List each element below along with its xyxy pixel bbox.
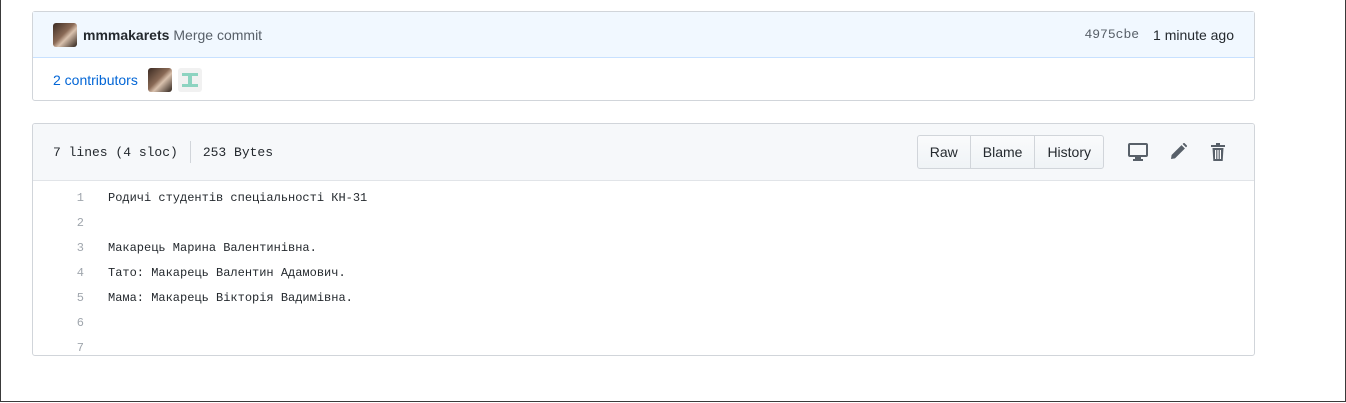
line-number[interactable]: 5 <box>33 291 84 305</box>
line-number[interactable]: 4 <box>33 266 84 280</box>
commit-sha-link[interactable]: 4975cbe <box>1084 27 1139 42</box>
file-button-group: Raw Blame History <box>916 135 1104 169</box>
line-content: Мама: Макарець Вікторія Вадимівна. <box>108 290 353 305</box>
commit-author-link[interactable]: mmmakarets <box>83 27 169 43</box>
contributors-row: 2 contributors <box>33 58 1254 102</box>
trash-icon[interactable] <box>1202 136 1234 168</box>
code-view: 1 Родичі студентів спеціальності КН-31 2… <box>33 181 1254 355</box>
code-line: 4 Тато: Макарець Валентин Адамович. <box>33 260 1254 285</box>
code-line: 6 <box>33 310 1254 335</box>
commit-tease: mmmakarets Merge commit 4975cbe 1 minute… <box>32 11 1255 101</box>
line-content: Родичі студентів спеціальності КН-31 <box>108 190 368 205</box>
file-viewer: 7 lines (4 sloc) 253 Bytes Raw Blame His… <box>32 123 1255 356</box>
commit-message-link[interactable]: Merge commit <box>173 27 262 43</box>
code-line: 5 Мама: Макарець Вікторія Вадимівна. <box>33 285 1254 310</box>
commit-time: 1 minute ago <box>1153 26 1234 43</box>
file-lines-info: 7 lines (4 sloc) <box>53 144 178 160</box>
pencil-icon[interactable] <box>1162 136 1194 168</box>
blame-button[interactable]: Blame <box>969 135 1036 169</box>
code-line: 1 Родичі студентів спеціальності КН-31 <box>33 185 1254 210</box>
latest-commit-row: mmmakarets Merge commit 4975cbe 1 minute… <box>33 12 1254 58</box>
code-line: 2 <box>33 210 1254 235</box>
file-actions: Raw Blame History <box>916 135 1234 169</box>
desktop-icon[interactable] <box>1122 136 1154 168</box>
line-content: Тато: Макарець Валентин Адамович. <box>108 265 346 280</box>
code-line: 3 Макарець Марина Валентинівна. <box>33 235 1254 260</box>
code-line: 7 <box>33 335 1254 355</box>
raw-button[interactable]: Raw <box>916 135 971 169</box>
line-number[interactable]: 1 <box>33 191 84 205</box>
line-number[interactable]: 7 <box>33 341 84 355</box>
line-number[interactable]: 3 <box>33 241 84 255</box>
contributor-avatar[interactable] <box>147 68 172 92</box>
file-size: 253 Bytes <box>202 144 274 160</box>
history-button[interactable]: History <box>1034 135 1104 169</box>
file-info-divider <box>189 141 191 163</box>
contributor-identicon-avatar[interactable] <box>177 68 202 92</box>
author-avatar[interactable] <box>53 22 77 47</box>
file-header: 7 lines (4 sloc) 253 Bytes Raw Blame His… <box>33 124 1254 181</box>
commit-meta: 4975cbe 1 minute ago <box>1084 27 1234 43</box>
line-number[interactable]: 6 <box>33 316 84 330</box>
contributors-link[interactable]: 2 contributors <box>53 72 138 88</box>
line-content: Макарець Марина Валентинівна. <box>108 240 317 255</box>
line-number[interactable]: 2 <box>33 216 84 230</box>
